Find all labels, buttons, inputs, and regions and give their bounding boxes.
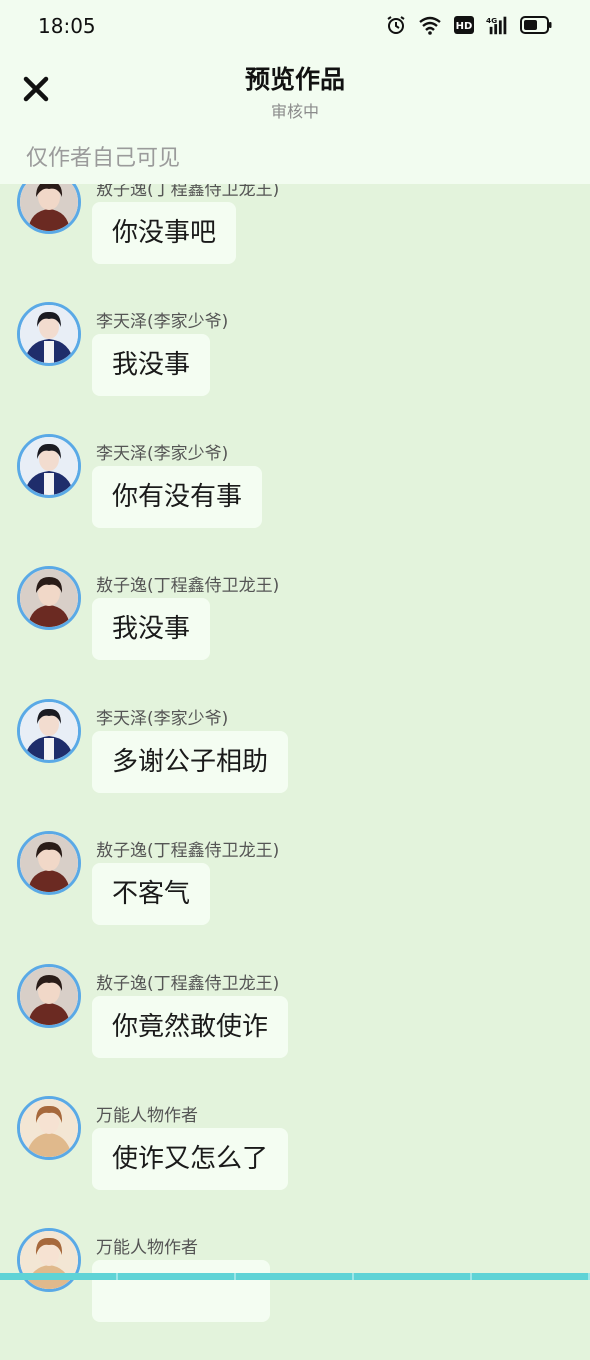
chat-message: 万能人物作者 使诈又怎么了	[0, 1096, 590, 1228]
bottom-toolbar-edge	[0, 1273, 590, 1280]
message-bubble[interactable]: 你没事吧	[92, 202, 237, 264]
speaker-name: 万能人物作者	[96, 1106, 198, 1126]
chat-message: 敖子逸(丁程鑫侍卫龙王) 不客气	[0, 831, 590, 963]
character-a-avatar[interactable]	[17, 964, 81, 1028]
message-bubble[interactable]: 你竟然敢使诈	[92, 996, 289, 1058]
chat-message: 万能人物作者	[0, 1228, 590, 1360]
hd-label: HD	[456, 21, 473, 32]
author-avatar[interactable]	[17, 1096, 81, 1160]
message-bubble[interactable]: 使诈又怎么了	[92, 1128, 289, 1190]
chat-message: 李天泽(李家少爷) 我没事	[0, 302, 590, 434]
speaker-name: 敖子逸(丁程鑫侍卫龙王)	[96, 576, 280, 596]
visibility-notice: 仅作者自己可见	[26, 146, 181, 171]
message-bubble[interactable]: 我没事	[92, 598, 211, 660]
signal-icon: 4G	[486, 14, 510, 36]
review-status: 审核中	[270, 102, 319, 121]
status-time: 18:05	[38, 14, 96, 38]
battery-icon	[520, 14, 552, 36]
speaker-name: 敖子逸(丁程鑫侍卫龙王)	[96, 841, 280, 861]
character-b-avatar[interactable]	[17, 699, 81, 763]
message-bubble[interactable]	[92, 1260, 270, 1322]
wifi-icon	[418, 14, 442, 36]
chat-message: 李天泽(李家少爷) 多谢公子相助	[0, 699, 590, 831]
chat-message: 敖子逸(丁程鑫侍卫龙王) 我没事	[0, 566, 590, 698]
speaker-name: 万能人物作者	[96, 1238, 198, 1258]
status-icons: HD 4G	[384, 14, 552, 36]
chat-scroll-area[interactable]: 敖子逸(丁程鑫侍卫龙王) 你没事吧 李天泽(李家少爷) 我没事 李天泽(李家少爷…	[0, 0, 590, 1322]
chat-message: 敖子逸(丁程鑫侍卫龙王) 你没事吧	[0, 170, 590, 302]
speaker-name: 敖子逸(丁程鑫侍卫龙王)	[96, 974, 280, 994]
speaker-name: 李天泽(李家少爷)	[96, 312, 229, 332]
character-a-avatar[interactable]	[17, 566, 81, 630]
speaker-name: 李天泽(李家少爷)	[96, 444, 229, 464]
message-bubble[interactable]: 多谢公子相助	[92, 731, 289, 793]
message-bubble[interactable]: 你有没有事	[92, 466, 263, 528]
alarm-icon	[384, 14, 408, 36]
character-b-avatar[interactable]	[17, 302, 81, 366]
network-type: 4G	[486, 16, 497, 25]
speaker-name: 李天泽(李家少爷)	[96, 709, 229, 729]
character-a-avatar[interactable]	[17, 831, 81, 895]
author-avatar[interactable]	[17, 1228, 81, 1292]
status-bar: 18:05 HD 4G	[0, 0, 590, 52]
page-title: 预览作品	[244, 65, 345, 94]
hd-icon: HD	[452, 14, 476, 36]
message-bubble[interactable]: 不客气	[92, 863, 211, 925]
character-b-avatar[interactable]	[17, 434, 81, 498]
top-header: 18:05 HD 4G 预览作品 审核中 仅作者自己可见	[0, 0, 590, 184]
chat-message: 李天泽(李家少爷) 你有没有事	[0, 434, 590, 566]
message-bubble[interactable]: 我没事	[92, 334, 211, 396]
chat-message: 敖子逸(丁程鑫侍卫龙王) 你竟然敢使诈	[0, 964, 590, 1096]
